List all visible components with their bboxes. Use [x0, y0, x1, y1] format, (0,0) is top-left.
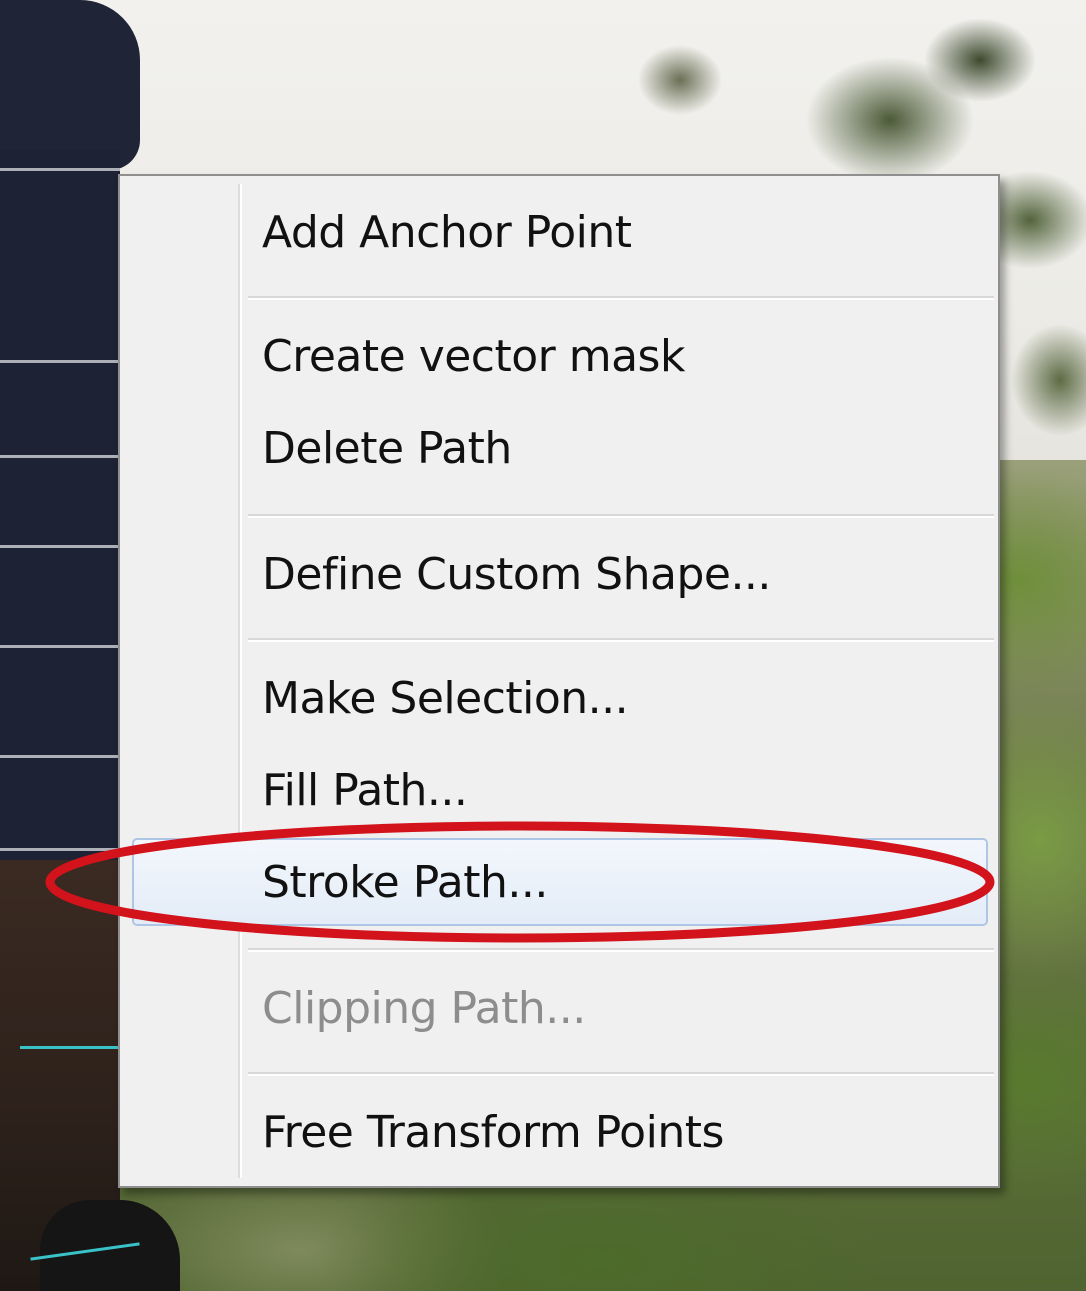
menu-item-make-selection[interactable]: Make Selection...	[260, 654, 966, 744]
person-torso	[0, 0, 140, 170]
shirt-stripe	[0, 848, 120, 851]
shirt-stripe	[0, 168, 120, 171]
menu-separator	[248, 514, 994, 518]
menu-item-stroke-path[interactable]: Stroke Path...	[260, 838, 966, 928]
person-body	[0, 150, 120, 870]
context-menu: Add Anchor Point Create vector mask Dele…	[118, 174, 1000, 1188]
menu-item-define-custom-shape[interactable]: Define Custom Shape...	[260, 530, 966, 620]
shirt-stripe	[0, 645, 120, 648]
shirt-stripe	[0, 545, 120, 548]
menu-item-fill-path[interactable]: Fill Path...	[260, 746, 966, 836]
work-path-segment[interactable]	[20, 1046, 120, 1049]
menu-item-add-anchor-point[interactable]: Add Anchor Point	[260, 188, 966, 278]
menu-item-free-transform-points[interactable]: Free Transform Points	[260, 1088, 966, 1178]
menu-separator	[248, 948, 994, 952]
menu-item-create-vector-mask[interactable]: Create vector mask	[260, 312, 966, 402]
shirt-stripe	[0, 755, 120, 758]
menu-separator	[248, 638, 994, 642]
menu-icon-gutter	[238, 184, 242, 1178]
menu-item-clipping-path: Clipping Path...	[262, 983, 586, 1034]
shirt-stripe	[0, 360, 120, 363]
menu-item-delete-path[interactable]: Delete Path	[260, 404, 966, 494]
menu-separator	[248, 1072, 994, 1076]
shirt-stripe	[0, 455, 120, 458]
menu-separator	[248, 296, 994, 300]
